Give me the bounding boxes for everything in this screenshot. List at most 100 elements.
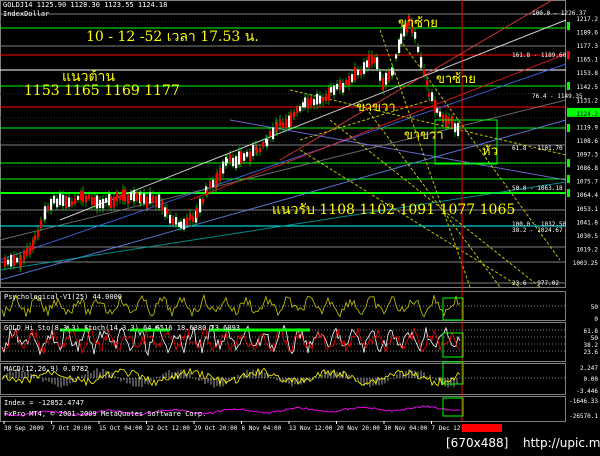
price-axis-label: 1124.2 [576,111,598,118]
candle-body [379,71,382,81]
time-axis-label: 22 Oct 12:00 [147,425,191,432]
candle-body [363,62,366,74]
candle-body [293,111,296,118]
candle-body [374,57,377,64]
candle-body [238,151,241,165]
price-axis-label: 1165.1 [576,57,598,64]
fib-level-label: 50.0 - 1063.18 [512,185,563,192]
price-axis-label: 1189.6 [576,30,598,37]
candle-body [62,194,65,206]
candle-body [20,259,23,267]
candle-body [108,193,111,206]
annotation-right-shoulder-mid: ขาขวา [356,100,396,115]
candle-body [333,85,336,95]
candle-body [272,127,275,140]
candle-body [99,199,102,208]
candle-body [146,196,149,209]
candle-body [143,193,146,204]
fib-level-label: 38.2 - 1024.67 [512,227,563,234]
candle-body [398,39,401,54]
candle-body [172,217,175,226]
price-axis-label: 1119.9 [576,124,598,131]
candle-body [229,153,232,163]
candle-body [366,60,369,68]
candle-body [252,144,255,157]
candle-body [7,259,10,265]
subpane-tick: 61.8 [584,328,599,335]
candle-body [259,147,262,153]
candle-body [246,151,249,157]
candle-body [243,153,246,161]
price-axis-label: 1177.3 [576,43,598,50]
watermark-url[interactable]: http://upic.me/ [523,436,600,450]
price-axis-label: 1217.2 [576,16,598,23]
candle-body [262,142,265,148]
candle-body [40,219,43,229]
candle-body [368,54,371,68]
subpane-tick: 0.00 [584,376,599,383]
time-axis-label: 30 Sep 2009 [4,425,44,432]
candle-body [256,148,259,153]
candle-body [322,97,325,102]
subpane-tick: -1646.33 [569,398,598,405]
candle-body [127,194,130,204]
candle-body [348,75,351,86]
candle-body [307,98,310,109]
candle-body [285,118,288,129]
candle-body [417,46,420,53]
candle-body [330,87,333,93]
candle-body [44,206,47,220]
candle-body [423,69,426,76]
candle-body [304,97,307,108]
candle-body [169,214,172,224]
price-axis-label: 1064.4 [576,192,598,199]
chart-window: 100.0 - 1226.37 76.4 - 1149.35 61.8 - 1101… [0,0,600,456]
fib-level-label: 76.4 - 1149.35 [532,93,583,100]
candle-body [436,108,439,113]
candle-body [382,77,385,91]
candle-body [439,111,442,117]
candle-body [226,158,229,163]
pattern-box[interactable] [442,397,464,417]
subpane-tick: 2.247 [580,365,598,372]
candle-body [392,70,395,75]
candle-body [164,207,167,217]
price-tag [567,189,570,197]
price-tag [567,22,570,30]
candle-body [47,205,50,210]
price-axis-label: 1153.8 [576,70,598,77]
annotation-left-shoulder-top: ขาซ้าย [398,16,438,31]
candle-body [110,196,113,208]
candle-body [371,54,374,65]
time-axis-label: 20 Nov 20:00 [337,425,381,432]
candle-body [310,96,313,106]
candle-body [426,80,429,87]
candle-body [175,217,178,225]
candle-body [13,255,16,266]
candle-body [32,239,35,250]
candle-body [388,70,391,82]
candle-body [209,181,212,189]
annotation-support-levels: แนวรับ 1108 1102 1091 1077 1065 [272,202,516,218]
candle-body [376,57,379,70]
candle-body [155,196,158,208]
candle-body [59,193,62,205]
candle-body [88,194,91,199]
candle-body [316,93,319,105]
price-axis-label: 1030.5 [576,233,598,240]
time-axis-label: 15 Oct 04:00 [99,425,143,432]
time-axis-label: 6 Nov 04:00 [242,425,282,432]
candle-body [186,217,189,226]
candle-body [16,257,19,263]
candle-body [235,156,238,169]
candle-body [178,222,181,227]
candle-body [325,94,328,102]
candle-body [222,161,225,174]
candle-body [249,151,252,162]
candle-body [345,79,348,86]
candle-body [37,230,40,238]
candle-body [119,195,122,200]
candle-body [183,218,186,230]
candle-body [34,235,37,240]
candle-body [420,56,423,68]
